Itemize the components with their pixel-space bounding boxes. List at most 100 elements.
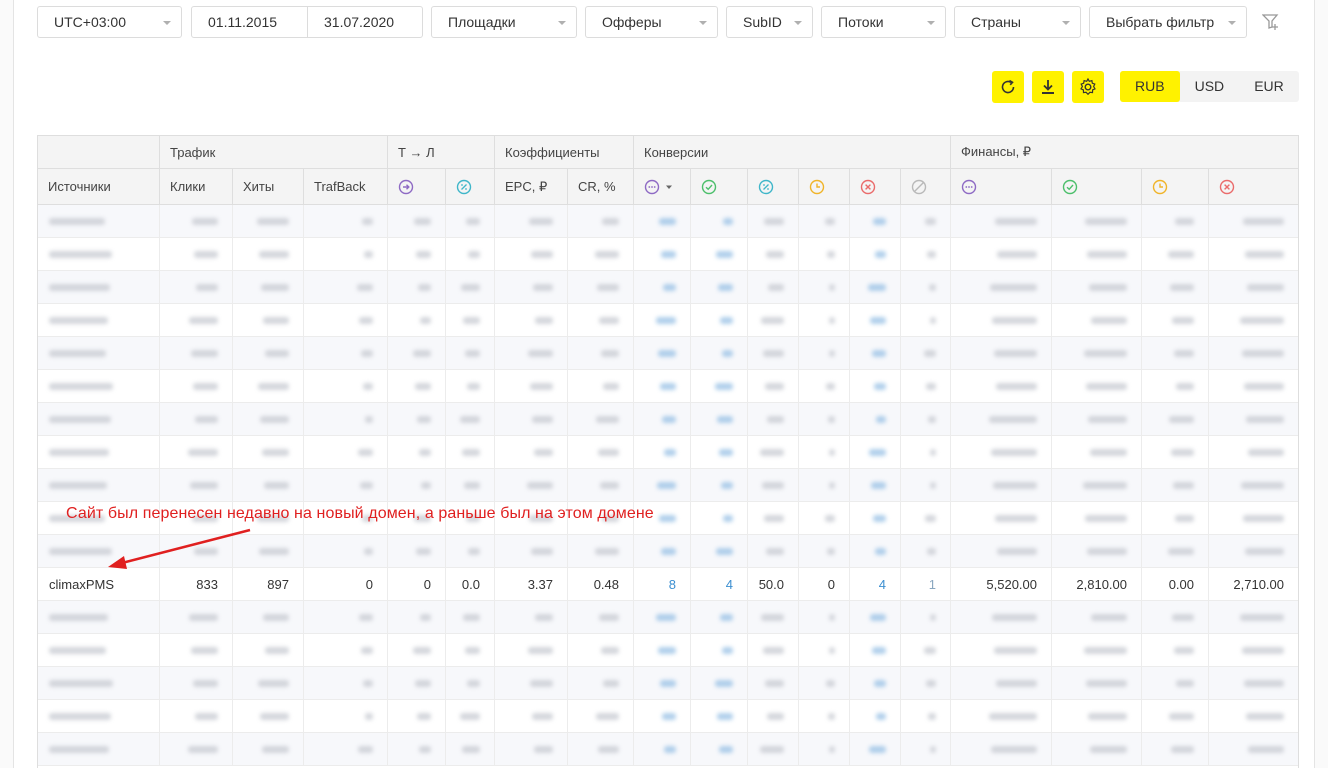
col-header-conv-total[interactable]	[633, 169, 690, 204]
flows-select[interactable]: Потоки	[821, 6, 946, 38]
blurred-cell	[494, 601, 567, 634]
cell-cr: 0.48	[567, 568, 633, 601]
redacted-value	[414, 218, 431, 225]
redacted-value	[265, 350, 289, 357]
col-header-fin-approved[interactable]	[1051, 169, 1141, 204]
col-header-conv-trash[interactable]	[900, 169, 950, 204]
timezone-select[interactable]: UTC+03:00	[37, 6, 182, 38]
settings-button[interactable]	[1072, 71, 1104, 103]
redacted-value	[1173, 482, 1194, 489]
blurred-cell	[494, 271, 567, 304]
col-header-conv-pending[interactable]	[798, 169, 849, 204]
col-header-clicks[interactable]: Клики	[159, 169, 232, 204]
offers-select[interactable]: Офферы	[585, 6, 718, 38]
blurred-cell	[1051, 469, 1141, 502]
blurred-cell	[900, 535, 950, 568]
blurred-cell	[494, 304, 567, 337]
date-range-picker[interactable]: 01.11.2015 31.07.2020	[191, 6, 423, 38]
blurred-cell	[950, 469, 1051, 502]
redacted-value	[265, 647, 289, 654]
col-header-sources[interactable]: Источники	[38, 169, 159, 204]
blurred-cell	[1208, 700, 1298, 733]
redacted-value	[1086, 680, 1127, 687]
date-from[interactable]: 01.11.2015	[192, 14, 307, 30]
col-header-conv-rejected[interactable]	[849, 169, 900, 204]
redacted-value	[419, 449, 431, 456]
col-header-conv-percent[interactable]	[747, 169, 798, 204]
col-header-epc[interactable]: EPC, ₽	[494, 169, 567, 204]
redacted-value	[721, 482, 733, 489]
column-header-row: Источники Клики Хиты TrafBack EPC, ₽ CR,…	[38, 169, 1298, 205]
blurred-cell	[900, 337, 950, 370]
redacted-value	[828, 416, 835, 423]
countries-label: Страны	[971, 14, 1021, 30]
redacted-value	[1091, 614, 1127, 621]
blurred-cell	[633, 469, 690, 502]
cell-conv-approved[interactable]: 4	[690, 568, 747, 601]
redacted-value	[825, 218, 835, 225]
col-header-fin-rejected[interactable]	[1208, 169, 1298, 204]
dots-circle-icon	[644, 179, 660, 194]
col-header-hits[interactable]: Хиты	[232, 169, 303, 204]
cell-conv-rejected[interactable]: 4	[849, 568, 900, 601]
col-header-t-to-l-arrow[interactable]	[387, 169, 445, 204]
platforms-label: Площадки	[448, 14, 516, 30]
redacted-value	[358, 449, 373, 456]
blurred-cell	[159, 403, 232, 436]
col-header-fin-pending[interactable]	[1141, 169, 1208, 204]
redacted-value	[715, 680, 733, 687]
redacted-value	[416, 251, 431, 258]
blurred-cell	[494, 337, 567, 370]
countries-select[interactable]: Страны	[954, 6, 1081, 38]
refresh-button[interactable]	[992, 71, 1024, 103]
blurred-cell	[950, 304, 1051, 337]
col-header-cr[interactable]: CR, %	[567, 169, 633, 204]
redacted-value	[660, 680, 676, 687]
blurred-cell	[1208, 238, 1298, 271]
redacted-value	[659, 218, 676, 225]
blurred-cell	[690, 601, 747, 634]
cell-conv-total[interactable]: 8	[633, 568, 690, 601]
download-button[interactable]	[1032, 71, 1064, 103]
blurred-cell	[494, 238, 567, 271]
currency-rub[interactable]: RUB	[1120, 71, 1180, 102]
redacted-value	[1084, 647, 1127, 654]
blurred-cell	[798, 601, 849, 634]
blurred-cell	[387, 403, 445, 436]
blurred-cell	[445, 535, 494, 568]
col-header-t-to-l-percent[interactable]	[445, 169, 494, 204]
col-header-fin-total[interactable]	[950, 169, 1051, 204]
blurred-cell	[849, 469, 900, 502]
redacted-value	[467, 383, 480, 390]
table-row	[38, 370, 1298, 403]
platforms-select[interactable]: Площадки	[431, 6, 577, 38]
currency-eur[interactable]: EUR	[1239, 71, 1299, 102]
group-header-empty	[38, 136, 159, 168]
add-filter-icon[interactable]	[1262, 13, 1280, 31]
redacted-value	[595, 251, 619, 258]
table-row	[38, 205, 1298, 238]
choose-filter-select[interactable]: Выбрать фильтр	[1089, 6, 1247, 38]
stats-table: Трафик Т → Л Коэффициенты Конверсии Фина…	[37, 135, 1299, 768]
col-header-conv-approved[interactable]	[690, 169, 747, 204]
col-header-trafback[interactable]: TrafBack	[303, 169, 387, 204]
group-header-coefficients: Коэффициенты	[494, 136, 633, 168]
redacted-value	[263, 614, 289, 621]
blurred-cell	[950, 733, 1051, 766]
blurred-cell	[38, 733, 159, 766]
redacted-value	[924, 350, 936, 357]
date-to[interactable]: 31.07.2020	[307, 7, 422, 37]
download-icon	[1042, 80, 1054, 94]
blurred-cell	[1208, 502, 1298, 535]
blurred-cell	[567, 403, 633, 436]
blurred-cell	[159, 469, 232, 502]
redacted-value	[259, 548, 289, 555]
currency-usd[interactable]: USD	[1180, 71, 1240, 102]
redacted-value	[1088, 713, 1127, 720]
blurred-cell	[38, 667, 159, 700]
redacted-value	[462, 449, 480, 456]
subid-select[interactable]: SubID	[726, 6, 813, 38]
redacted-value	[872, 350, 886, 357]
blurred-cell	[38, 535, 159, 568]
redacted-value	[1242, 647, 1284, 654]
